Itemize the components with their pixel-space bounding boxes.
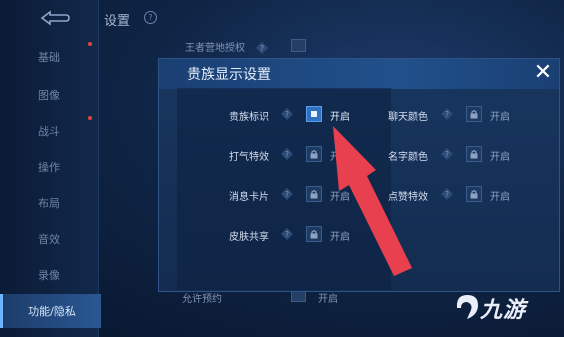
sidebar-item-audio[interactable]: 音效 [0,222,98,256]
bg-setting-label: 王者营地授权 [185,43,245,54]
question-icon[interactable]: ? [281,148,293,160]
svg-text:?: ? [260,44,264,53]
page-title: 设置 [104,14,131,29]
svg-text:?: ? [285,110,289,119]
sidebar-item-layout[interactable]: 布局 [0,186,98,220]
sidebar-item-label: 基础 [38,51,60,64]
notification-dot [88,42,92,46]
option-label: 打气特效 [229,152,269,163]
bg-setting-label: 允许预约 [182,294,222,305]
option-state: 开启 [330,232,350,243]
watermark-logo-icon [456,295,478,319]
option-label: 皮肤共享 [229,232,269,243]
lock-icon[interactable] [466,106,482,122]
option-label: 名字颜色 [388,152,428,163]
option-label: 贵族标识 [229,112,269,123]
bg-toggle[interactable] [291,39,306,52]
question-icon[interactable]: ? [441,108,453,120]
question-icon[interactable]: ? [144,11,157,24]
sidebar-item-label: 图像 [38,89,60,102]
sidebar-item-replay[interactable]: 录像 [0,258,98,292]
close-icon[interactable]: ✕ [531,61,555,85]
sidebar-item-basic[interactable]: 基础 [0,40,98,74]
option-label: 聊天颜色 [388,112,428,123]
sidebar-item-controls[interactable]: 操作 [0,150,98,184]
option-label: 点赞特效 [388,192,428,203]
svg-text:?: ? [445,190,449,199]
question-icon[interactable]: ? [281,228,293,240]
sidebar-item-label: 录像 [38,269,60,282]
sidebar-item-label: 功能/隐私 [28,305,76,318]
svg-text:?: ? [445,110,449,119]
question-icon[interactable]: ? [281,188,293,200]
sidebar-item-combat[interactable]: 战斗 [0,114,98,148]
question-icon[interactable]: ? [441,188,453,200]
sidebar-item-label: 布局 [38,197,60,210]
question-icon[interactable]: ? [281,108,293,120]
lock-icon[interactable] [306,226,322,242]
lock-icon[interactable] [466,186,482,202]
sidebar-item-label: 战斗 [38,125,60,138]
option-state: 开启 [330,112,350,123]
sidebar-item-privacy[interactable]: 功能/隐私 [0,294,101,328]
lock-icon[interactable] [306,186,322,202]
svg-text:?: ? [285,190,289,199]
option-label: 消息卡片 [229,192,269,203]
question-icon[interactable]: ? [441,148,453,160]
question-icon[interactable]: ? [256,39,268,54]
option-state: 开启 [330,192,350,203]
svg-text:?: ? [445,150,449,159]
lock-icon[interactable] [466,146,482,162]
bg-setting-state: 开启 [318,294,338,305]
sidebar-item-label: 音效 [38,233,60,246]
notification-dot [88,116,92,120]
dialog-title: 贵族显示设置 [187,67,271,83]
sidebar: 基础 图像 战斗 操作 布局 音效 录像 功能/隐私 [0,0,101,337]
noble-badge-checkbox[interactable] [306,106,322,122]
svg-text:?: ? [285,150,289,159]
sidebar-item-label: 操作 [38,161,60,174]
back-arrow-icon[interactable] [38,9,72,27]
lock-icon[interactable] [306,146,322,162]
sidebar-item-graphics[interactable]: 图像 [0,78,98,112]
option-state: 开启 [490,112,510,123]
option-state: 开启 [330,152,350,163]
svg-text:?: ? [285,230,289,239]
option-state: 开启 [490,152,510,163]
option-state: 开启 [490,192,510,203]
watermark-text: 九游 [480,298,527,323]
